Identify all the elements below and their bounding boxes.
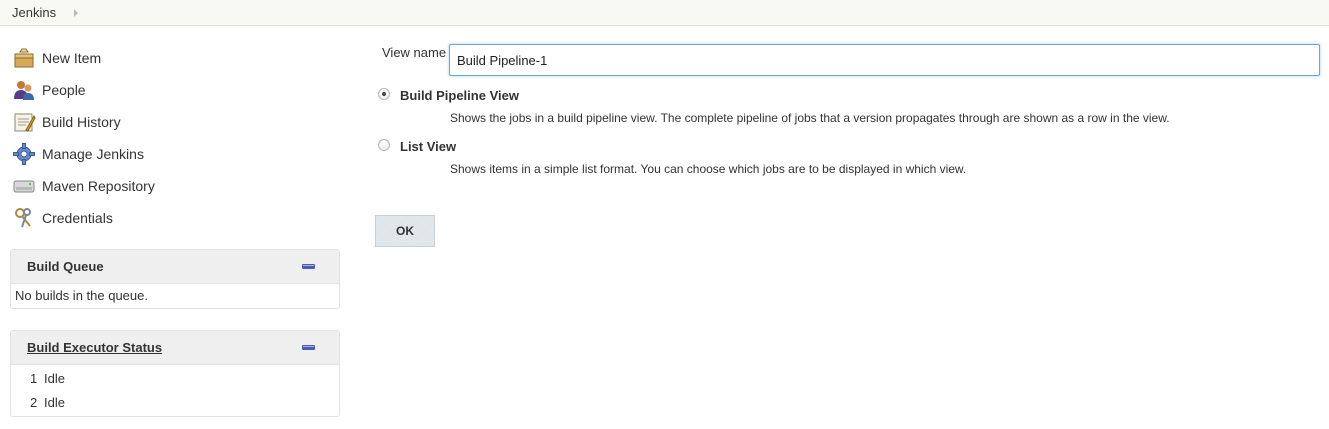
task-manage-jenkins[interactable]: Manage Jenkins xyxy=(12,138,332,170)
ok-button[interactable]: OK xyxy=(375,215,435,247)
people-icon xyxy=(12,78,36,102)
disk-icon xyxy=(12,174,36,198)
task-credentials[interactable]: Credentials xyxy=(12,202,332,234)
collapse-icon[interactable] xyxy=(302,345,315,350)
task-maven-repository[interactable]: Maven Repository xyxy=(12,170,332,202)
executor-row: 2 Idle xyxy=(11,390,339,414)
task-label: Build History xyxy=(42,114,121,130)
executor-row: 1 Idle xyxy=(11,366,339,390)
list-view-description: Shows items in a simple list format. You… xyxy=(450,162,967,176)
task-label: Manage Jenkins xyxy=(42,146,144,162)
view-name-input[interactable] xyxy=(449,44,1320,76)
build-pipeline-view-radio[interactable] xyxy=(378,88,390,100)
task-label: Maven Repository xyxy=(42,178,155,194)
build-history-icon xyxy=(12,110,36,134)
task-people[interactable]: People xyxy=(12,74,332,106)
executor-number: 1 xyxy=(30,370,38,386)
breadcrumb-arrow-icon[interactable] xyxy=(74,8,79,17)
side-tasks: New Item People Build History Manage Jen… xyxy=(12,42,332,234)
executor-status-header: Build Executor Status xyxy=(11,331,339,365)
task-label: People xyxy=(42,82,86,98)
task-label: New Item xyxy=(42,50,102,66)
build-queue-title: Build Queue xyxy=(27,259,104,274)
executor-status: Idle xyxy=(44,394,65,410)
executor-status-title[interactable]: Build Executor Status xyxy=(27,340,162,355)
breadcrumb-jenkins[interactable]: Jenkins xyxy=(12,5,56,20)
build-pipeline-view-description: Shows the jobs in a build pipeline view.… xyxy=(450,111,1170,125)
executor-number: 2 xyxy=(30,394,38,410)
executor-status: Idle xyxy=(44,370,65,386)
gear-icon xyxy=(12,142,36,166)
new-item-icon xyxy=(12,46,36,70)
build-pipeline-view-label[interactable]: Build Pipeline View xyxy=(400,88,519,103)
collapse-icon[interactable] xyxy=(302,264,315,269)
task-label: Credentials xyxy=(42,210,113,226)
task-new-item[interactable]: New Item xyxy=(12,42,332,74)
keys-icon xyxy=(12,206,36,230)
task-build-history[interactable]: Build History xyxy=(12,106,332,138)
breadcrumb: Jenkins xyxy=(0,0,1329,26)
view-name-label: View name xyxy=(382,45,447,60)
build-queue-empty-text: No builds in the queue. xyxy=(15,288,148,303)
executor-status-pane: Build Executor Status 1 Idle 2 Idle xyxy=(10,330,340,417)
list-view-label[interactable]: List View xyxy=(400,139,456,154)
list-view-radio[interactable] xyxy=(378,139,390,151)
build-queue-header: Build Queue xyxy=(11,250,339,284)
build-queue-pane: Build Queue No builds in the queue. xyxy=(10,249,340,309)
